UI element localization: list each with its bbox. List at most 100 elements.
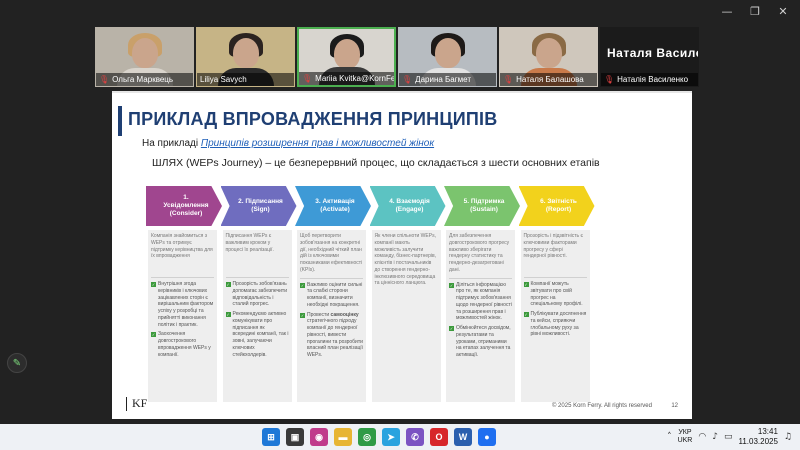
stage-item-text: Рекомендуємо активно комунікувати про пі… <box>232 311 289 358</box>
clock[interactable]: 13:41 11.03.2025 <box>738 427 777 447</box>
volume-icon[interactable]: ♪ <box>712 432 718 442</box>
stage-arrow: 4. Взаємодія (Engage) <box>369 186 446 226</box>
wifi-icon[interactable]: ◠ <box>698 432 706 442</box>
participant-tile[interactable]: Liliya Savych <box>196 27 295 87</box>
participant-tile[interactable]: Наталя Василе... 🎙Наталія Василенко <box>600 27 699 87</box>
emphasis-text: самооцінку <box>330 311 359 318</box>
stage-intro: Для забезпечення довгострокового прогрес… <box>449 233 510 273</box>
participant-name: Ольга Марквець <box>112 75 174 84</box>
mic-muted-icon: 🎙 <box>402 75 413 84</box>
mic-muted-icon: 🎙 <box>302 74 313 83</box>
title-accent-bar <box>118 106 122 136</box>
stage-item: ✓ Публікувати досягнення та кейси, сприяю… <box>523 311 587 338</box>
participant-name: Наталя Балашова <box>516 75 584 84</box>
system-tray: ˄ УКР UKR ◠ ♪ ▭ 13:41 11.03.2025 ♫ <box>667 427 792 447</box>
participant-face <box>434 38 461 68</box>
participant-name: Mariia Kvitka@KornFerry... <box>315 74 394 83</box>
task-view-icon[interactable]: ▣ <box>286 428 304 446</box>
korn-ferry-logo: KF <box>132 396 148 410</box>
stage-column: Прозорість і підзвітність є ключовими фа… <box>520 230 590 402</box>
windows-start-icon[interactable]: ⊞ <box>262 428 280 446</box>
stage-arrow: 2. Підписання (Sign) <box>220 186 297 226</box>
stage-item-text: Прозорість зобов'язань допомагає забезпе… <box>232 281 288 308</box>
language-top: УКР <box>678 428 692 436</box>
stage-arrow: 3. Активація (Activate) <box>295 186 371 226</box>
checkbox-icon: ✓ <box>523 312 529 317</box>
zoom-icon[interactable]: ● <box>478 428 496 446</box>
checkbox-icon: ✓ <box>225 312 231 317</box>
participant-big-name: Наталя Василе... <box>607 46 698 60</box>
checkbox-icon: ✓ <box>151 282 156 287</box>
close-button[interactable]: ✕ <box>776 4 790 18</box>
word-icon[interactable]: W <box>454 428 472 446</box>
stage-columns: Компанія знайомиться з WEPs та отримує п… <box>146 230 592 404</box>
stage-column: Щоб перетворити зобов'язання на конкретн… <box>297 230 366 402</box>
notification-bell-icon[interactable]: ♫ <box>784 432 792 442</box>
journey-description: ШЛЯХ (WEPs Journey) – це безперервний пр… <box>152 157 600 169</box>
windows-taskbar: ⊞ ▣ ◉ ▬ ◎ ➤ ✆ O W ● ˄ УКР UKR ◠ ♪ ▭ 13:41 11.03.2… <box>0 424 800 450</box>
participant-name-label: Liliya Savych <box>197 73 294 86</box>
checkbox-icon: ✓ <box>523 282 529 287</box>
widgets-icon[interactable]: ◉ <box>310 428 328 446</box>
column-divider <box>151 277 214 278</box>
stage-item: ✓ Рекомендуємо активно комунікувати про п… <box>225 311 289 358</box>
chrome-icon[interactable]: ◎ <box>358 428 376 446</box>
stage-item: ✓ Провести самооцінку стратегічного підхо… <box>300 312 363 359</box>
participant-name-label: 🎙 Ольга Марквець <box>96 73 193 86</box>
stage-item-text: Важливо оцінити сильні та слабкі сторони… <box>307 281 363 308</box>
explorer-icon[interactable]: ▬ <box>334 428 352 446</box>
stage-column: Для забезпечення довгострокового прогрес… <box>446 230 515 402</box>
slide-footer: © 2025 Korn Ferry. All rights reserved <box>551 403 652 409</box>
participant-face <box>535 38 562 68</box>
participant-name: Liliya Savych <box>200 75 247 84</box>
participant-name: Наталія Василенко <box>617 75 689 84</box>
annotate-pen-icon[interactable]: ✎ <box>7 353 27 373</box>
stage-item-text: Провести самооцінку стратегічного підход… <box>307 311 363 359</box>
language-indicator[interactable]: УКР UKR <box>678 429 693 445</box>
column-divider <box>225 277 289 278</box>
stage-intro: Прозорість і підзвітність є ключовими фа… <box>523 233 584 260</box>
stage-column: Підписання WEPs є важливим кроком у проц… <box>222 230 292 402</box>
language-bottom: UKR <box>677 437 693 444</box>
shared-slide: ПРИКЛАД ВПРОВАДЖЕННЯ ПРИНЦИПІВ На прикла… <box>112 91 692 419</box>
stage-column: Як члени спільноти WEPs, компанії мають … <box>371 230 441 402</box>
checkbox-icon: ✓ <box>449 282 454 288</box>
slide-top-rule <box>112 91 692 93</box>
participant-tile[interactable]: 🎙 Ольга Марквець <box>95 27 194 87</box>
subtitle-prefix: На прикладі <box>142 138 201 149</box>
stage-item-text: Обмінюйтеся досвідом, результатами та ур… <box>456 325 511 358</box>
participant-tile[interactable]: 🎙Mariia Kvitka@KornFerry... <box>297 27 396 87</box>
checkbox-icon: ✓ <box>300 282 305 288</box>
stage-item: ✓ Заохочення довгострокового впровадження… <box>151 331 214 358</box>
telegram-icon[interactable]: ➤ <box>382 428 400 446</box>
checkbox-icon: ✓ <box>300 312 305 318</box>
participant-tile[interactable]: 🎙 Наталя Балашова <box>499 27 598 87</box>
participant-name: Дарина Багмет <box>415 75 471 84</box>
stage-item-text: Публікувати досягнення та кейси, сприяюч… <box>530 311 587 338</box>
participant-face <box>333 39 360 69</box>
weps-link[interactable]: Принципів розширення прав і можливостей … <box>201 138 434 149</box>
taskbar-apps: ⊞ ▣ ◉ ▬ ◎ ➤ ✆ O W ● <box>262 428 496 446</box>
stage-intro: Компанія знайомиться з WEPs та отримує п… <box>151 233 213 260</box>
stage-item-text: Заохочення довгострокового впровадження … <box>158 331 211 358</box>
mic-muted-icon: 🎙 <box>99 75 110 84</box>
participant-tile[interactable]: 🎙 Дарина Багмет <box>398 27 497 87</box>
battery-icon[interactable]: ▭ <box>724 432 733 442</box>
chevron-up-icon[interactable]: ˄ <box>667 432 672 442</box>
opera-icon[interactable]: O <box>430 428 448 446</box>
minimize-button[interactable]: — <box>720 4 734 18</box>
mic-muted-icon: 🎙 <box>604 75 615 84</box>
slide-page-number: 12 <box>671 403 678 409</box>
stage-item: ✓ Діліться інформацією про те, як компані… <box>449 282 512 323</box>
column-divider <box>449 277 512 279</box>
stage-arrows: 1. Усвідомлення (Consider) 2. Підписання … <box>146 186 595 226</box>
slide-subtitle: На прикладі Принципів розширення прав і … <box>142 138 434 149</box>
checkbox-icon: ✓ <box>225 282 231 287</box>
stage-item: ✓ Важливо оцінити сильні та слабкі сторон… <box>300 282 363 309</box>
participant-name-label: 🎙 Наталя Балашова <box>500 73 597 86</box>
viber-icon[interactable]: ✆ <box>406 428 424 446</box>
clock-date: 11.03.2025 <box>738 437 778 446</box>
restore-button[interactable]: ❐ <box>748 4 762 18</box>
slide-title: ПРИКЛАД ВПРОВАДЖЕННЯ ПРИНЦИПІВ <box>128 109 498 129</box>
checkbox-icon: ✓ <box>151 332 156 338</box>
